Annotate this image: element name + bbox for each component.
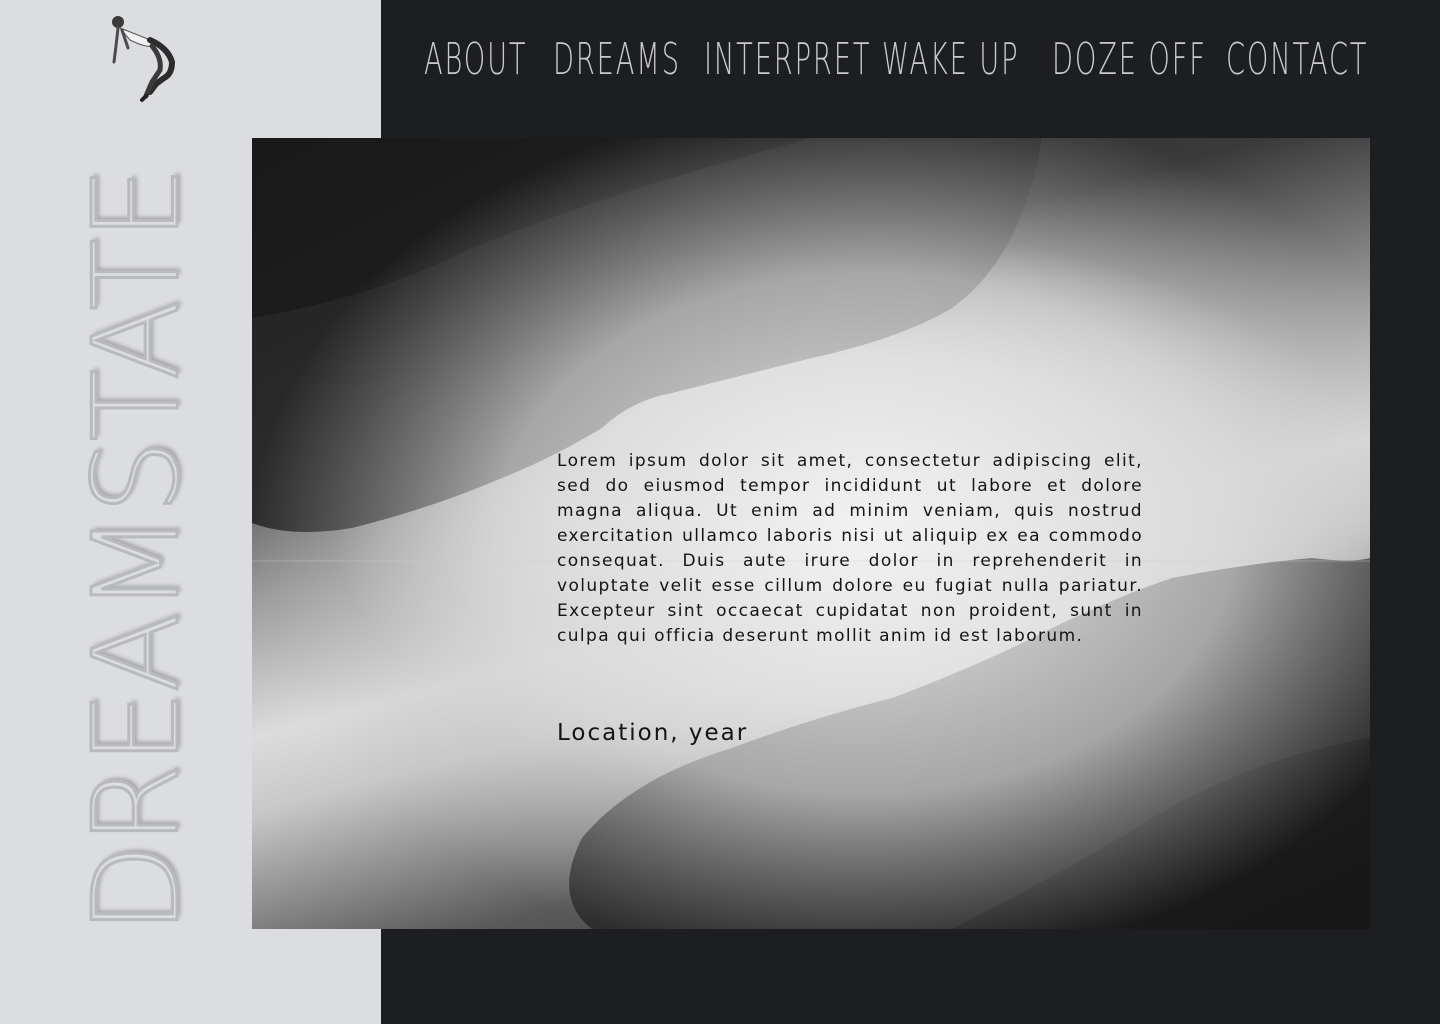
nav-item-contact[interactable]: CONTACT [1226,30,1368,90]
main-nav: ABOUT DREAMS INTERPRET WAKE UP DOZE OFF … [420,30,1367,90]
brand-wordmark[interactable]: DREAMSTATE [66,167,207,936]
falling-person-icon [106,12,180,104]
nav-item-dreams[interactable]: DREAMS [553,30,681,90]
brand-logo[interactable]: DREAMSTATE [66,96,207,1006]
location-caption: Location, year [557,720,749,746]
nav-item-wake-up[interactable]: WAKE UP [882,30,1019,90]
nav-item-about[interactable]: ABOUT [424,30,527,90]
nav-item-interpret[interactable]: INTERPRET [704,30,871,90]
nav-item-doze-off[interactable]: DOZE OFF [1052,30,1207,90]
hero-description: Lorem ipsum dolor sit amet, consectetur … [557,451,1143,646]
